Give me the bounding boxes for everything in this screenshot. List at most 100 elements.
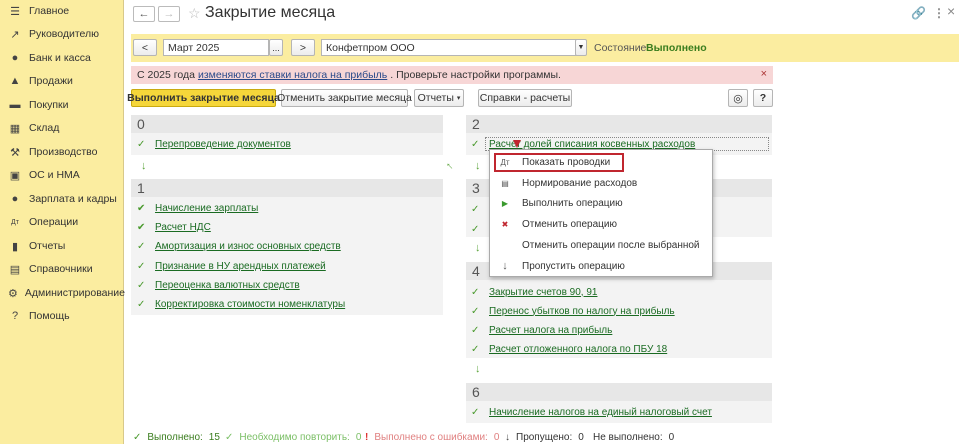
sales-icon: ▲	[9, 75, 21, 87]
list-item: ✓ Расчет отложенного налога по ПБУ 18	[471, 342, 667, 356]
operation-link[interactable]: Признание в НУ арендных платежей	[155, 261, 326, 272]
run-close-month-button[interactable]: Выполнить закрытие месяца	[127, 89, 280, 107]
period-field[interactable]: Март 2025	[163, 39, 269, 56]
status-count: 0	[578, 432, 584, 443]
operation-link[interactable]: Амортизация и износ основных средств	[155, 241, 341, 252]
sidebar-item-label: Помощь	[29, 310, 70, 322]
operation-link[interactable]: Закрытие счетов 90, 91	[489, 287, 597, 298]
state-value: Выполнено	[646, 42, 707, 54]
status-skipped: ↓ Пропущено: 0	[505, 432, 584, 443]
operation-link[interactable]: Расчет отложенного налога по ПБУ 18	[489, 344, 667, 355]
main-area: ← → ☆ Закрытие месяца 🔗 ⋮ × < Март 2025 …	[125, 0, 960, 444]
sidebar-item-reports[interactable]: ▮ Отчеты	[0, 235, 124, 257]
close-icon[interactable]: ×	[947, 3, 955, 19]
sidebar-item-production[interactable]: ⚒ Производство	[0, 141, 124, 163]
arrow-down-icon: ↓	[141, 160, 147, 172]
operation-link[interactable]: Расчет налога на прибыль	[489, 325, 612, 336]
cart-icon: ▬	[9, 99, 21, 111]
menu-icon: ☰	[10, 5, 20, 18]
skip-icon: ↓	[502, 260, 508, 272]
double-check-icon: ✔	[137, 202, 146, 214]
stage-6-header: 6	[466, 383, 772, 401]
sidebar-item-payroll[interactable]: ● Зарплата и кадры	[0, 188, 124, 210]
alert-link[interactable]: изменяются ставки налога на прибыль	[198, 69, 387, 81]
alert-close-icon[interactable]: ×	[761, 68, 767, 80]
sidebar-item-label: Производство	[29, 146, 98, 158]
menu-item-cancel-operation[interactable]: ✖ Отменить операцию	[490, 214, 712, 234]
check-icon: ✓	[133, 432, 142, 443]
operation-link[interactable]: Переоценка валютных средств	[155, 280, 300, 291]
sidebar-item-bank[interactable]: ● Банк и касса	[0, 47, 124, 69]
settings-icon[interactable]: ◎	[728, 89, 748, 107]
page-title: Закрытие месяца	[205, 4, 336, 21]
sidebar-item-manager[interactable]: ↗ Руководителю	[0, 23, 124, 45]
prev-period-button[interactable]: <	[133, 39, 157, 56]
stage-number: 1	[137, 180, 145, 196]
check-icon: ✓	[471, 286, 480, 298]
back-button[interactable]: ←	[133, 6, 155, 22]
list-item: ✓ Амортизация и износ основных средств	[137, 239, 341, 253]
help-icon: ?	[11, 310, 19, 322]
sidebar-item-label: Продажи	[29, 75, 73, 87]
check-icon: ✓	[471, 406, 480, 418]
check-icon: ✓	[471, 305, 480, 317]
organization-field[interactable]: Конфетпром ООО	[321, 39, 581, 56]
link-icon[interactable]: 🔗	[911, 6, 926, 20]
sidebar-item-label: Отчеты	[29, 240, 66, 252]
bank-icon: ●	[11, 52, 19, 64]
assets-icon: ▣	[9, 169, 21, 182]
alert-text-suffix: . Проверьте настройки программы.	[390, 69, 561, 81]
more-icon[interactable]: ⋮	[933, 6, 945, 20]
menu-item-norm-expenses[interactable]: ▤ Нормирование расходов	[490, 173, 712, 193]
help-button[interactable]: ?	[753, 89, 773, 107]
menu-item-run-operation[interactable]: ▶ Выполнить операцию	[490, 193, 712, 213]
reports-menu-button[interactable]: Отчеты ▾	[414, 89, 464, 107]
forward-button[interactable]: →	[158, 6, 180, 22]
menu-item-cancel-after[interactable]: Отменить операции после выбранной	[490, 235, 712, 255]
arrow-down-icon: ↓	[475, 363, 481, 375]
status-repeat: ✓ Необходимо повторить: 0	[225, 432, 361, 443]
reports-label: Отчеты	[417, 92, 454, 104]
sidebar-item-operations[interactable]: Дт Операции	[0, 211, 124, 233]
chevron-down-icon: ▾	[456, 95, 461, 102]
sidebar-item-label: Зарплата и кадры	[29, 193, 117, 205]
refs-button[interactable]: Справки - расчеты	[478, 89, 572, 107]
check-icon: ✓	[137, 260, 146, 272]
operation-link[interactable]: Корректировка стоимости номенклатуры	[155, 299, 345, 310]
operation-link[interactable]: Перенос убытков по налогу на прибыль	[489, 306, 675, 317]
operation-link[interactable]: Расчет НДС	[155, 222, 211, 233]
operation-link[interactable]: Начисление зарплаты	[155, 203, 258, 214]
list-item: ✔ Начисление зарплаты	[137, 201, 258, 215]
organization-dropdown[interactable]: ▼	[575, 39, 587, 56]
sidebar: ☰ Главное ↗ Руководителю ● Банк и касса ▲ Пр…	[0, 0, 125, 444]
check-icon: ✓	[471, 343, 480, 355]
star-icon[interactable]: ☆	[188, 5, 201, 22]
menu-item-label: Отменить операцию	[522, 218, 617, 230]
menu-item-skip-operation[interactable]: ↓ Пропустить операцию	[490, 256, 712, 276]
sidebar-item-assets[interactable]: ▣ ОС и НМА	[0, 164, 124, 186]
status-not-done: Не выполнено: 0	[593, 432, 674, 443]
arrow-down-icon: ↓	[475, 160, 481, 172]
sidebar-item-references[interactable]: ▤ Справочники	[0, 258, 124, 280]
double-check-icon: ✔	[137, 221, 146, 233]
operation-link[interactable]: Начисление налогов на единый налоговый с…	[489, 407, 712, 418]
period-value: Март 2025	[168, 41, 220, 54]
pick-period-button[interactable]: ...	[269, 39, 283, 56]
skip-icon: ↓	[505, 432, 510, 443]
operation-link[interactable]: Перепроведение документов	[155, 139, 291, 150]
sidebar-item-help[interactable]: ? Помощь	[0, 305, 124, 327]
sidebar-item-label: Операции	[29, 216, 79, 228]
list-item: ✓ Переоценка валютных средств	[137, 278, 300, 292]
sidebar-item-warehouse[interactable]: ▦ Склад	[0, 117, 124, 139]
stage-number: 3	[472, 180, 480, 196]
next-period-button[interactable]: >	[291, 39, 315, 56]
menu-item-label: Пропустить операцию	[522, 260, 625, 272]
sidebar-item-label: Руководителю	[29, 28, 100, 40]
sidebar-item-admin[interactable]: ⚙ Администрирование	[0, 282, 125, 304]
context-menu: Дт Показать проводки ▤ Нормирование расход…	[489, 149, 713, 277]
sidebar-item-sales[interactable]: ▲ Продажи	[0, 70, 124, 92]
cancel-close-month-button[interactable]: Отменить закрытие месяца	[277, 89, 412, 107]
sidebar-item-purchases[interactable]: ▬ Покупки	[0, 94, 124, 116]
status-count: 0	[493, 432, 500, 443]
sidebar-item-main[interactable]: ☰ Главное	[0, 0, 124, 22]
